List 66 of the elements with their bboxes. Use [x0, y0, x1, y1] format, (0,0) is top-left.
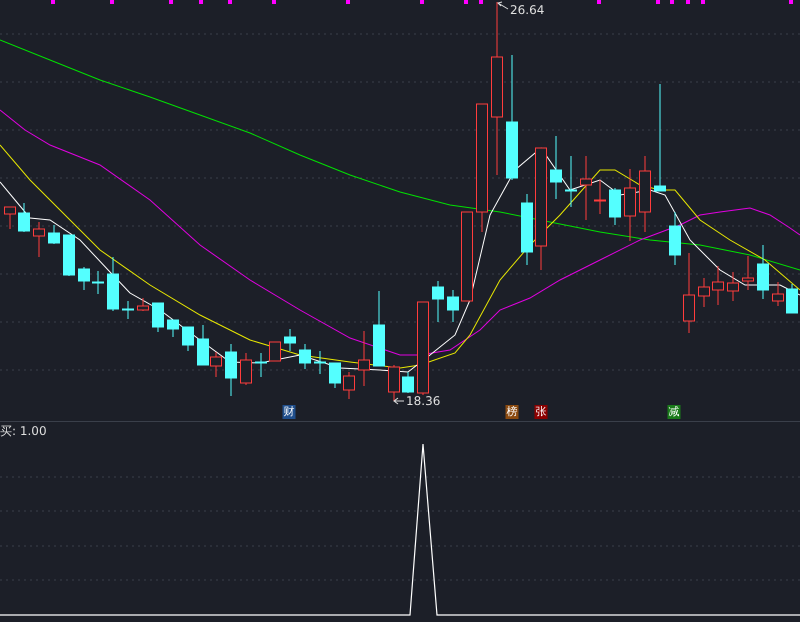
candlestick [580, 156, 592, 220]
candlestick [402, 372, 414, 394]
signal-marker [51, 0, 55, 4]
candlestick [447, 290, 459, 322]
candlestick [122, 300, 134, 320]
candlestick [92, 270, 104, 294]
candlestick [269, 342, 281, 362]
signal-marker [464, 0, 468, 4]
event-tag: 财 [282, 405, 296, 419]
candlestick [727, 272, 739, 302]
signal-marker [670, 0, 674, 4]
candlestick [521, 194, 533, 266]
candlestick [152, 302, 164, 332]
candlestick [432, 280, 444, 322]
candlestick [343, 372, 355, 400]
signal-marker [169, 0, 173, 4]
signal-marker [789, 0, 793, 4]
event-tag: 减 [668, 405, 680, 419]
candlestick [225, 344, 237, 396]
high-price-label: 26.64 [510, 2, 544, 18]
candlestick [757, 244, 769, 300]
candlestick [18, 202, 30, 232]
low-price-label: 18.36 [406, 393, 440, 409]
candlestick [63, 234, 75, 276]
candlestick [4, 206, 16, 230]
candlestick [299, 344, 311, 370]
signal-marker [701, 0, 705, 4]
candlestick [712, 266, 724, 306]
candlestick [284, 328, 296, 352]
candlestick [742, 256, 754, 290]
signal-marker [656, 0, 660, 4]
candlestick [48, 224, 60, 244]
indicator-label: 买: 1.00 [0, 424, 47, 439]
candlestick [78, 266, 90, 290]
signal-marker [420, 0, 424, 4]
candlestick [565, 156, 577, 208]
candlestick [107, 256, 119, 312]
candlestick [33, 222, 45, 258]
candlestick [786, 284, 798, 314]
candlestick [550, 136, 562, 200]
candlestick [669, 212, 681, 266]
signal-marker [479, 0, 483, 4]
candlestick [698, 278, 710, 308]
candlestick [329, 362, 341, 388]
signal-marker [686, 0, 690, 4]
event-tag: 榜 [506, 405, 518, 419]
event-tag: 张 [534, 405, 548, 419]
candlestick [137, 298, 149, 312]
candlestick [314, 350, 326, 374]
signal-marker [597, 0, 601, 4]
candlestick [772, 282, 784, 306]
candlestick [609, 188, 621, 226]
candlestick [255, 352, 267, 378]
candlestick [240, 352, 252, 386]
low-arrow-icon [393, 398, 404, 404]
high-arrow-icon [497, 2, 508, 10]
signal-marker [199, 0, 203, 4]
candlestick [167, 320, 179, 338]
signal-marker [346, 0, 350, 4]
signal-marker [110, 0, 114, 4]
candlestick [358, 330, 370, 386]
signal-marker [272, 0, 276, 4]
signal-marker [228, 0, 232, 4]
candlestick [594, 180, 606, 214]
candlestick [388, 364, 400, 402]
candlestick [182, 326, 194, 352]
